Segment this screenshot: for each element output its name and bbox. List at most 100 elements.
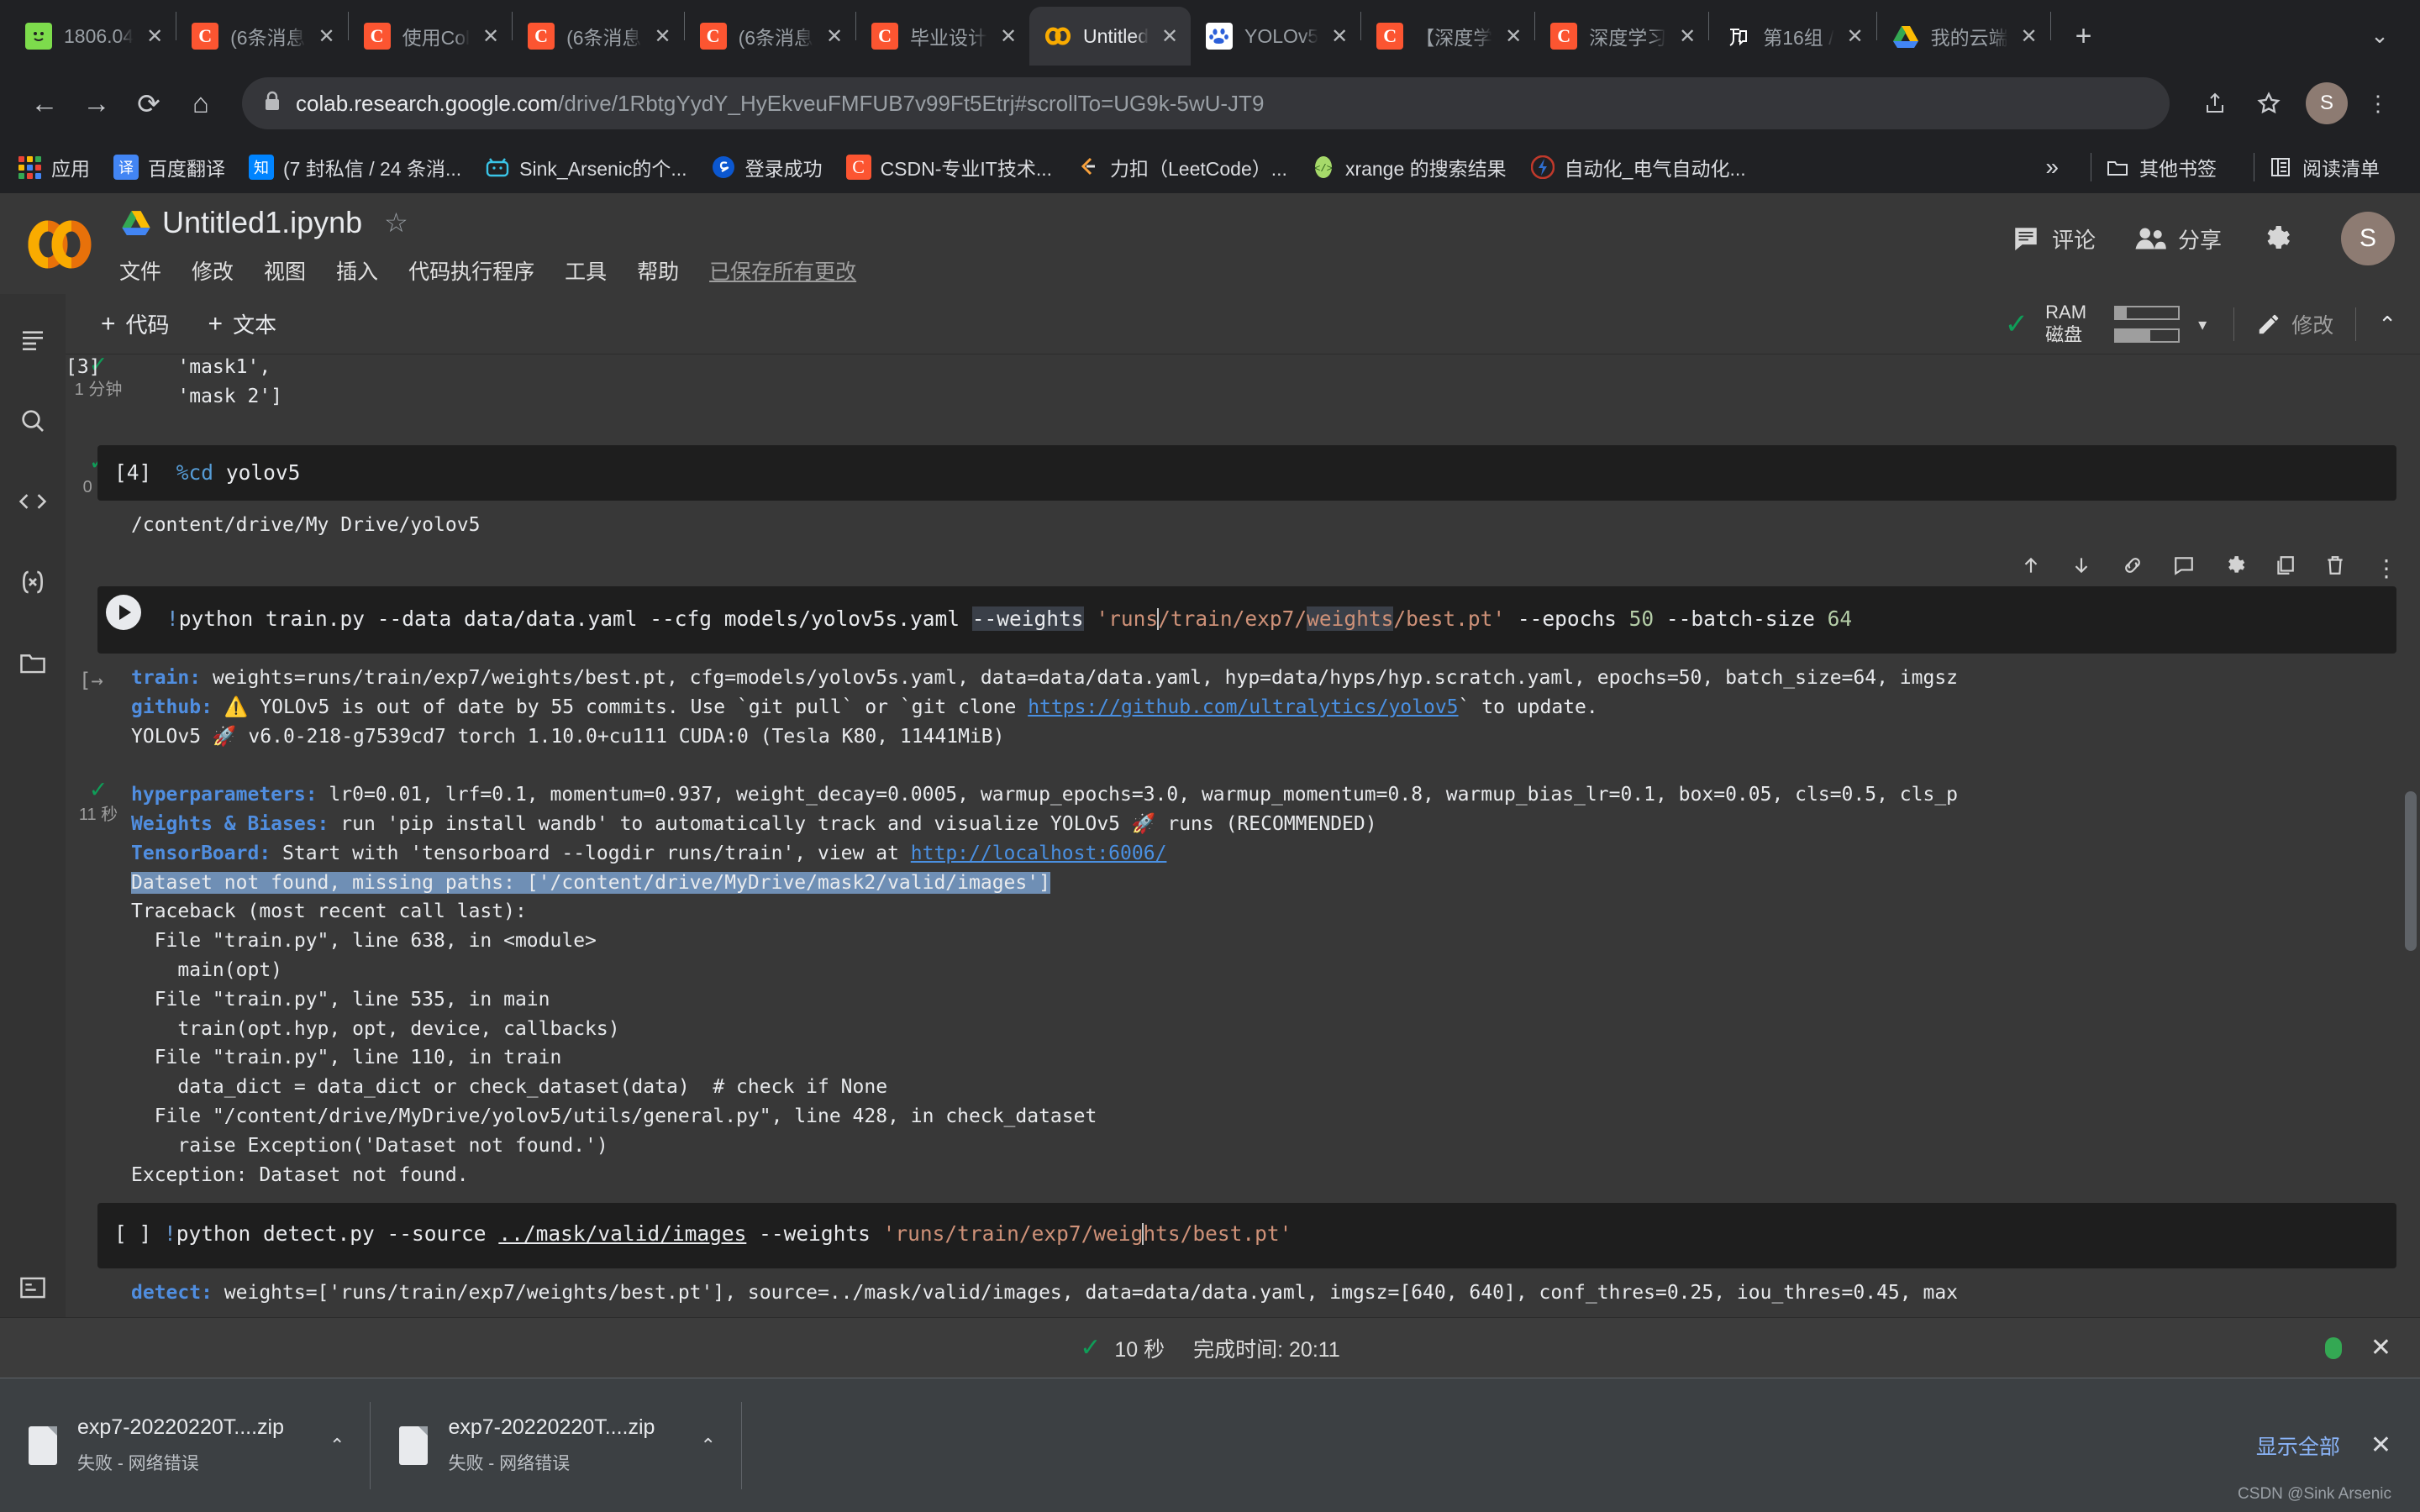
browser-tab[interactable]: C (6条消息 ✕ [513,7,683,66]
new-tab-button[interactable]: + [2060,12,2108,60]
cell-5-code[interactable]: !python train.py --data data/data.yaml -… [97,586,2396,654]
browser-tab[interactable]: C (6条消息 ✕ [685,7,855,66]
browser-tab[interactable]: 我的云端 ✕ [1877,7,2050,66]
tab-label: 我的云端 [1931,22,2008,50]
close-icon[interactable]: ✕ [2370,1333,2391,1362]
table-of-contents-icon[interactable] [10,318,55,363]
browser-tab[interactable]: 第16组 / ✕ [1709,7,1876,66]
bookmarks-overflow-icon[interactable]: » [2045,154,2059,181]
link-icon[interactable] [2121,554,2144,582]
run-cell-button[interactable] [97,586,150,638]
browser-tab-active[interactable]: Untitled ✕ [1029,7,1191,66]
menu-insert[interactable]: 插入 [336,255,378,286]
bookmark-item[interactable]: C CSDN-专业IT技术... [846,153,1052,181]
files-icon[interactable] [10,640,55,685]
comment-button[interactable]: 评论 [2012,223,2096,255]
close-icon[interactable]: ✕ [311,20,343,52]
copy-icon[interactable] [2274,554,2296,582]
chevron-up-icon[interactable]: ⌃ [700,1435,715,1457]
edit-button[interactable]: 修改 [2256,309,2333,339]
close-icon[interactable]: ✕ [992,20,1024,52]
bookmark-star-icon[interactable] [2245,80,2292,127]
close-icon[interactable]: ✕ [2013,20,2045,52]
notebook-scrollbar[interactable] [2405,354,2417,1378]
more-vert-icon[interactable]: ⋮ [2375,554,2398,582]
bookmark-item[interactable]: 自动化_电气自动化... [1530,153,1746,181]
share-button[interactable]: 分享 [2134,223,2222,255]
bookmark-item[interactable]: Sink_Arsenic的个... [485,153,687,181]
browser-tab[interactable]: 1806.04 ✕ [10,7,176,66]
notebook-name[interactable]: Untitled1.ipynb [162,205,362,240]
profile-avatar[interactable]: S [2306,82,2348,124]
bookmark-item[interactable]: 力扣（LeetCode）... [1076,153,1287,181]
close-icon[interactable]: ✕ [1154,20,1186,52]
chevron-up-icon[interactable]: ⌃ [329,1435,345,1457]
menu-view[interactable]: 视图 [264,255,306,286]
star-icon[interactable]: ☆ [384,207,408,239]
gear-icon[interactable] [2260,223,2302,254]
share-icon[interactable] [2191,80,2238,127]
lightning-icon [1530,155,1555,180]
close-icon[interactable]: ✕ [1497,20,1529,52]
forward-icon[interactable]: → [71,77,123,129]
settings-icon[interactable] [2223,554,2245,582]
move-up-icon[interactable] [2020,554,2042,582]
menu-tools[interactable]: 工具 [565,255,607,286]
move-down-icon[interactable] [2070,554,2092,582]
menu-runtime[interactable]: 代码执行程序 [408,255,534,286]
reading-list-button[interactable]: 阅读清单 [2268,153,2380,181]
cell-6-output: detect: weights=['runs/train/exp7/weight… [131,1278,2396,1308]
more-menu-icon[interactable]: ⋮ [2354,80,2402,127]
download-item[interactable]: exp7-20220220T....zip 失败 - 网络错误 ⌃ [0,1378,370,1512]
bookmark-item[interactable]: 应用 [17,153,90,181]
browser-tab[interactable]: C 【深度学 ✕ [1361,7,1534,66]
translate-icon: 译 [113,155,139,180]
cell-4-code[interactable]: [4] %cd yolov5 [97,445,2396,501]
menu-help[interactable]: 帮助 [637,255,679,286]
close-icon[interactable]: ✕ [475,20,507,52]
add-text-cell-button[interactable]: + 文本 [208,308,277,339]
back-icon[interactable]: ← [18,77,71,129]
google-drive-favicon [1892,23,1919,50]
collapse-toolbar-icon[interactable]: ⌃ [2378,312,2396,338]
tab-search-chevron-icon[interactable]: ⌄ [2354,10,2405,60]
comment-icon[interactable] [2173,554,2195,582]
bookmark-item[interactable]: 知 (7 封私信 / 24 条消... [249,153,461,181]
bookmark-item[interactable]: 译 百度翻译 [113,153,225,181]
menu-file[interactable]: 文件 [119,255,161,286]
search-icon[interactable] [10,398,55,444]
browser-tab[interactable]: C (6条消息 ✕ [176,7,347,66]
other-bookmarks-button[interactable]: 其他书签 [2105,153,2217,181]
close-shelf-icon[interactable]: ✕ [2370,1431,2391,1460]
address-bar[interactable]: colab.research.google.com/drive/1RbtgYyd… [242,77,2170,129]
browser-tab[interactable]: C 深度学习 ✕ [1535,7,1708,66]
colab-logo[interactable] [27,212,92,277]
delete-icon[interactable] [2324,554,2346,582]
download-filename: exp7-20220220T....zip [448,1415,655,1440]
browser-tab[interactable]: YOLOv5 ✕ [1191,7,1360,66]
close-icon[interactable]: ✕ [818,20,850,52]
cell-6-code[interactable]: [ ] !python detect.py --source ../mask/v… [97,1203,2396,1268]
browser-tab[interactable]: C 使用Col ✕ [349,7,513,66]
show-all-downloads-button[interactable]: 显示全部 [2256,1431,2340,1461]
terminal-icon[interactable] [10,1265,55,1310]
download-item[interactable]: exp7-20220220T....zip 失败 - 网络错误 ⌃ [371,1378,740,1512]
add-code-cell-button[interactable]: + 代码 [101,308,170,339]
browser-tab[interactable]: C 毕业设计 ✕ [856,7,1029,66]
close-icon[interactable]: ✕ [1671,20,1703,52]
resource-usage[interactable]: ✓ RAM 磁盘 ▾ [2005,302,2207,347]
chevron-down-icon[interactable]: ▾ [2198,314,2207,335]
save-status[interactable]: 已保存所有更改 [709,255,856,286]
close-icon[interactable]: ✕ [1839,20,1871,52]
code-snippets-icon[interactable] [10,479,55,524]
close-icon[interactable]: ✕ [647,20,679,52]
variables-icon[interactable] [10,559,55,605]
avatar[interactable]: S [2341,212,2395,265]
menu-edit[interactable]: 修改 [192,255,234,286]
reload-icon[interactable]: ⟳ [123,77,175,129]
home-icon[interactable]: ⌂ [175,77,227,129]
bookmark-item[interactable]: </> xrange 的搜索结果 [1311,153,1507,181]
close-icon[interactable]: ✕ [1323,20,1355,52]
close-icon[interactable]: ✕ [139,20,171,52]
bookmark-item[interactable]: 登录成功 [711,153,823,181]
